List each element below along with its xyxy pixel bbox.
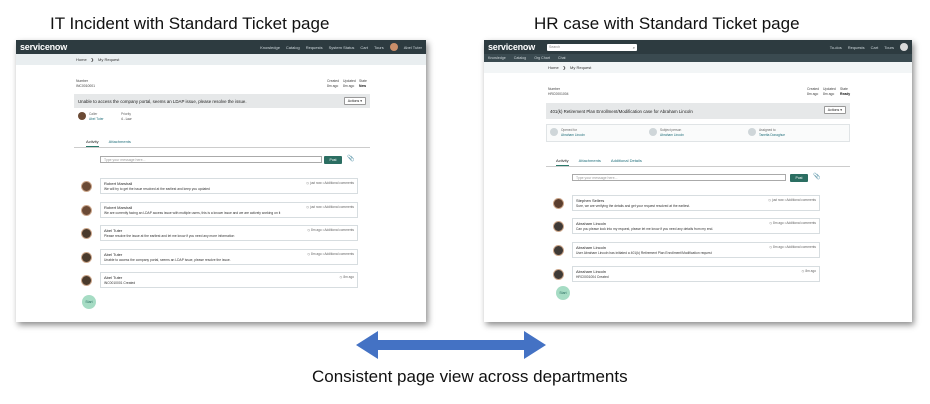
avatar: [81, 228, 92, 239]
top-nav-links: To-dos Requests Cart Tours: [830, 40, 908, 54]
tab-additional-details[interactable]: Additional Details: [611, 158, 642, 166]
post-button[interactable]: Post: [324, 156, 342, 164]
subnav-chat[interactable]: Chat: [558, 56, 566, 60]
sub-navbar: Knowledge Catalog Org Chart Chat: [484, 54, 912, 62]
nav-tours[interactable]: Tours: [884, 45, 894, 50]
message-input[interactable]: Type your message here...: [100, 156, 322, 163]
actions-button[interactable]: Actions ▾: [343, 97, 366, 105]
nav-cart[interactable]: Cart: [871, 45, 879, 50]
nav-requests[interactable]: Requests: [306, 45, 323, 50]
ticket-number: Number HRC0001004: [548, 87, 569, 96]
top-nav-links: Knowledge Catalog Requests System Status…: [260, 40, 422, 54]
tab-divider: [74, 147, 370, 148]
clock-icon: ◷: [306, 205, 310, 209]
ticket-created: Created 8m ago: [327, 79, 340, 88]
breadcrumb: Home ❯ My Request: [484, 62, 912, 73]
clock-icon: ◷: [769, 245, 773, 249]
avatar: [81, 275, 92, 286]
clock-icon: ◷: [307, 228, 311, 232]
nav-requests[interactable]: Requests: [848, 45, 865, 50]
caller-avatar: [78, 112, 86, 120]
activity-entry: Abraham Lincoln ◷ 8m ago HRC0001004 Crea…: [553, 266, 820, 282]
ticket-updated: Updated 8m ago: [343, 79, 356, 88]
nav-knowledge[interactable]: Knowledge: [260, 45, 280, 50]
activity-entry: Abraham Lincoln ◷ 8m ago • Additional co…: [553, 218, 820, 234]
left-caption: IT Incident with Standard Ticket page: [50, 14, 330, 33]
avatar: [81, 205, 92, 216]
ticket-subject: 401(k) Retirement Plan Enrollment/Modifi…: [546, 103, 850, 119]
subnav-org-chart[interactable]: Org Chart: [534, 56, 550, 60]
nav-catalog[interactable]: Catalog: [286, 45, 300, 50]
avatar: [553, 221, 564, 232]
ticket-state: State New: [359, 79, 367, 88]
avatar: [81, 181, 92, 192]
subnav-knowledge[interactable]: Knowledge: [488, 56, 506, 60]
avatar: [748, 128, 756, 136]
ticket-subject: Unable to access the company portal, see…: [74, 94, 370, 108]
chevron-right-icon: ❯: [90, 57, 95, 62]
tab-attachments[interactable]: Attachments: [109, 139, 131, 147]
chevron-right-icon: ❯: [562, 65, 567, 70]
avatar: [553, 198, 564, 209]
search-icon[interactable]: ⌕: [633, 45, 635, 50]
paperclip-icon[interactable]: 📎: [813, 173, 820, 180]
breadcrumb-current: My Request: [98, 57, 120, 62]
avatar: [553, 245, 564, 256]
nav-user-name[interactable]: Abel Tuter: [404, 45, 422, 50]
activity-entry: Robert Marshall ◷ just now • Additional …: [81, 202, 358, 218]
avatar: [553, 269, 564, 280]
paperclip-icon[interactable]: 📎: [347, 155, 354, 162]
ticket-tabs: Activity Attachments Additional Details: [556, 158, 642, 166]
actions-button[interactable]: Actions ▾: [823, 106, 846, 114]
start-marker: Start: [556, 286, 570, 300]
ticket-updated: Updated 8m ago: [823, 87, 836, 96]
breadcrumb-home[interactable]: Home: [548, 65, 559, 70]
activity-entry: Stephen Sellers ◷ just now • Additional …: [553, 195, 820, 211]
people-shelf: [546, 124, 850, 142]
clock-icon: ◷: [768, 198, 772, 202]
hr-case-screenshot: servicenow Search ⌕ To-dos Requests Cart…: [484, 40, 912, 322]
ticket-tabs: Activity Attachments: [86, 139, 131, 147]
breadcrumb-home[interactable]: Home: [76, 57, 87, 62]
top-navbar: servicenow Knowledge Catalog Requests Sy…: [16, 40, 426, 54]
search-input[interactable]: Search ⌕: [547, 43, 638, 51]
bottom-caption: Consistent page view across departments: [312, 367, 628, 386]
ticket-state: State Ready: [840, 87, 851, 96]
tab-attachments[interactable]: Attachments: [579, 158, 601, 166]
avatar: [649, 128, 657, 136]
servicenow-logo: servicenow: [20, 42, 68, 52]
nav-todos[interactable]: To-dos: [830, 45, 842, 50]
activity-entry: Abel Tuter ◷ 8m ago • Additional comment…: [81, 249, 358, 265]
subnav-catalog[interactable]: Catalog: [514, 56, 526, 60]
activity-entry: Robert Marshall ◷ just now • Additional …: [81, 178, 358, 194]
activity-entry: Abel Tuter ◷ 8m ago • Additional comment…: [81, 225, 358, 241]
clock-icon: ◷: [306, 181, 310, 185]
double-arrow-icon: [356, 331, 546, 359]
nav-cart[interactable]: Cart: [360, 45, 368, 50]
tab-activity[interactable]: Activity: [86, 139, 99, 147]
clock-icon: ◷: [769, 221, 773, 225]
breadcrumb: Home ❯ My Request: [16, 54, 426, 65]
servicenow-logo: servicenow: [488, 42, 536, 52]
right-caption: HR case with Standard Ticket page: [534, 14, 800, 33]
start-marker: Start: [82, 295, 96, 309]
avatar: [81, 252, 92, 263]
user-avatar[interactable]: [900, 43, 908, 51]
avatar: [550, 128, 558, 136]
activity-entry: Abel Tuter ◷ 8m ago INC0010001 Created: [81, 272, 358, 288]
post-button[interactable]: Post: [790, 174, 808, 182]
activity-entry: Abraham Lincoln ◷ 8m ago • Additional co…: [553, 242, 820, 258]
nav-tours[interactable]: Tours: [374, 45, 384, 50]
nav-system-status[interactable]: System Status: [329, 45, 355, 50]
clock-icon: ◷: [307, 252, 311, 256]
ticket-created: Created 8m ago: [807, 87, 820, 96]
tab-activity[interactable]: Activity: [556, 158, 569, 166]
ticket-number: Number INC0010001: [76, 79, 96, 88]
breadcrumb-current: My Request: [570, 65, 592, 70]
user-avatar[interactable]: [389, 43, 398, 51]
it-incident-screenshot: servicenow Knowledge Catalog Requests Sy…: [16, 40, 426, 322]
message-input[interactable]: Type your message here...: [572, 174, 786, 181]
top-navbar: servicenow Search ⌕ To-dos Requests Cart…: [484, 40, 912, 54]
tab-divider: [546, 166, 850, 167]
